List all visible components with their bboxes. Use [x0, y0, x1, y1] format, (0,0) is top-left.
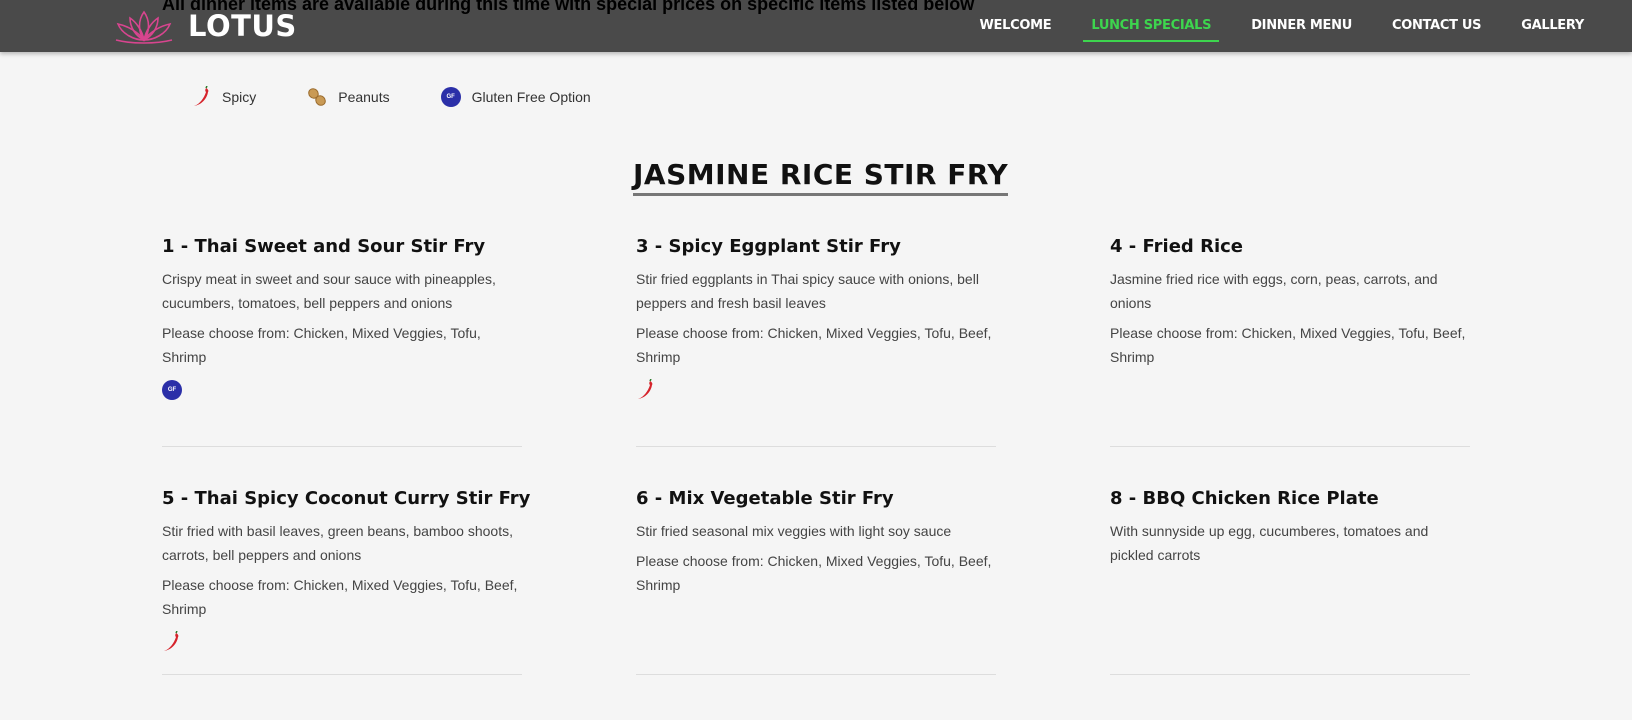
menu-item-description: Stir fried with basil leaves, green bean… — [162, 523, 513, 563]
divider — [1110, 446, 1470, 447]
menu-item-options: Please choose from: Chicken, Mixed Veggi… — [1110, 325, 1466, 365]
gluten-free-icon: GF — [440, 86, 462, 108]
gf-badge: GF — [162, 380, 182, 400]
legend-gluten-free: GF Gluten Free Option — [440, 86, 591, 108]
chili-pepper-icon — [636, 379, 996, 401]
legend-peanuts-label: Peanuts — [338, 89, 390, 105]
menu-item: 8 - BBQ Chicken Rice Plate With sunnysid… — [1110, 488, 1470, 573]
nav-gallery[interactable]: GALLERY — [1501, 0, 1604, 52]
menu-item: 4 - Fried Rice Jasmine fried rice with e… — [1110, 236, 1470, 369]
menu-item: 5 - Thai Spicy Coconut Curry Stir Fry St… — [162, 488, 531, 653]
menu-item-description: Crispy meat in sweet and sour sauce with… — [162, 271, 496, 311]
menu-item: 1 - Thai Sweet and Sour Stir Fry Crispy … — [162, 236, 522, 401]
menu-item-description: Stir fried seasonal mix veggies with lig… — [636, 523, 952, 539]
menu-item-options: Please choose from: Chicken, Mixed Veggi… — [636, 553, 992, 593]
menu-item-description: Jasmine fried rice with eggs, corn, peas… — [1110, 271, 1438, 311]
gf-badge: GF — [440, 87, 461, 107]
peanut-icon — [306, 86, 328, 108]
divider — [162, 446, 522, 447]
divider — [636, 446, 996, 447]
nav-lunch-specials[interactable]: LUNCH SPECIALS — [1071, 0, 1231, 52]
divider — [162, 674, 522, 675]
menu-item-title: 8 - BBQ Chicken Rice Plate — [1110, 488, 1379, 509]
divider — [1110, 674, 1470, 675]
nav-welcome[interactable]: WELCOME — [960, 0, 1072, 52]
chili-pepper-icon — [162, 631, 522, 653]
nav-contact-us[interactable]: CONTACT US — [1372, 0, 1501, 52]
menu-item-options: Please choose from: Chicken, Mixed Veggi… — [162, 325, 481, 365]
main-nav: WELCOME LUNCH SPECIALS DINNER MENU CONTA… — [960, 0, 1604, 52]
legend-gluten-free-label: Gluten Free Option — [471, 89, 591, 105]
menu-item-title: 1 - Thai Sweet and Sour Stir Fry — [162, 236, 486, 257]
nav-dinner-menu[interactable]: DINNER MENU — [1231, 0, 1372, 52]
menu-item-title: 3 - Spicy Eggplant Stir Fry — [636, 236, 901, 257]
menu-item-description: With sunnyside up egg, cucumberes, tomat… — [1110, 523, 1429, 563]
menu-item-options: Please choose from: Chicken, Mixed Veggi… — [162, 577, 518, 617]
section-title: JASMINE RICE STIR FRY — [633, 158, 1009, 196]
menu-item-title: 5 - Thai Spicy Coconut Curry Stir Fry — [162, 488, 531, 509]
menu-item-title: 6 - Mix Vegetable Stir Fry — [636, 488, 894, 509]
legend-peanuts: Peanuts — [306, 86, 390, 108]
legend-spicy: Spicy — [190, 86, 256, 108]
legend-spicy-label: Spicy — [222, 89, 257, 105]
dietary-legend: Spicy Peanuts GF Gluten Free Option — [190, 86, 641, 108]
menu-item-title: 4 - Fried Rice — [1110, 236, 1243, 257]
menu-item-options: Please choose from: Chicken, Mixed Veggi… — [636, 325, 992, 365]
menu-item-description: Stir fried eggplants in Thai spicy sauce… — [636, 271, 979, 311]
menu-item: 6 - Mix Vegetable Stir Fry Stir fried se… — [636, 488, 996, 597]
lunch-note-text: All dinner items are available during th… — [162, 0, 975, 14]
menu-item: 3 - Spicy Eggplant Stir Fry Stir fried e… — [636, 236, 996, 401]
chili-pepper-icon — [190, 86, 212, 108]
divider — [636, 674, 996, 675]
gluten-free-icon: GF — [162, 379, 522, 401]
